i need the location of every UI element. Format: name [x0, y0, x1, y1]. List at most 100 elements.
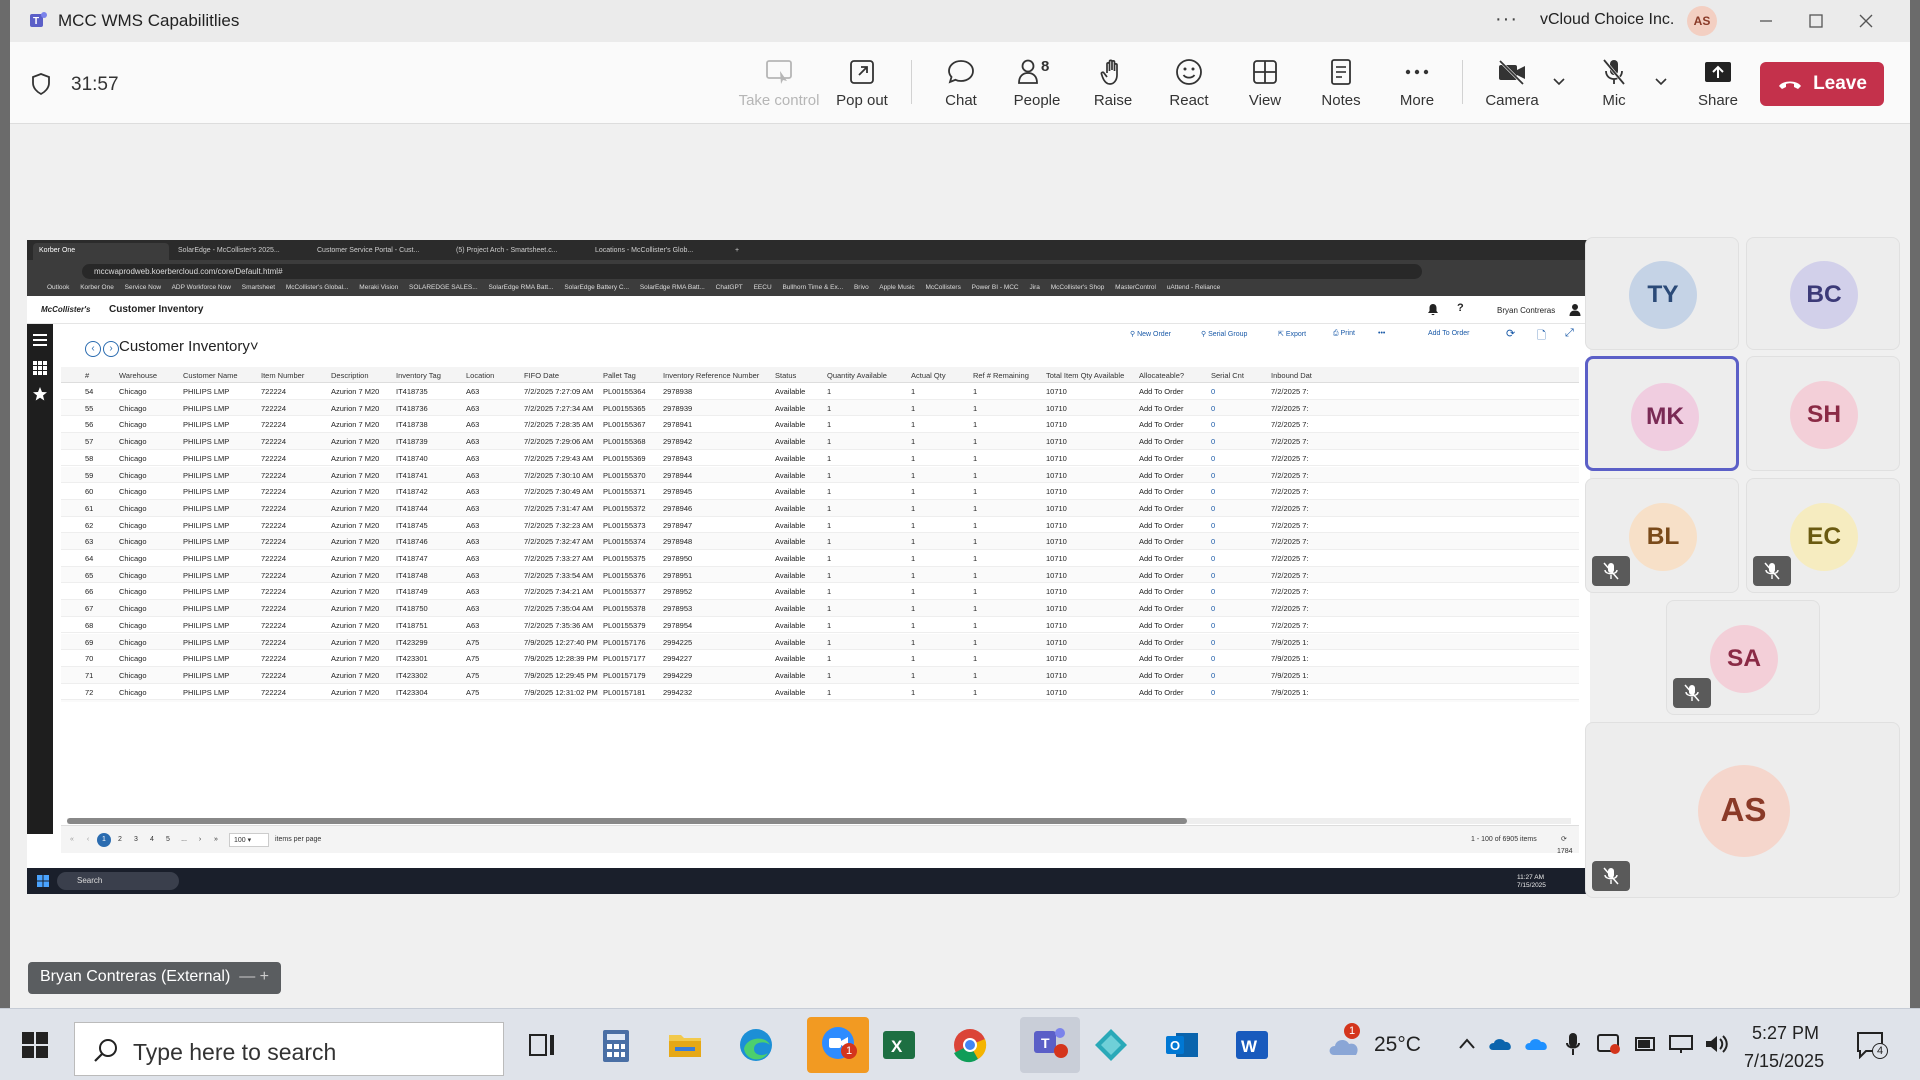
table-cell[interactable]: Add To Order	[1139, 654, 1183, 663]
column-header[interactable]: Ref # Remaining	[973, 371, 1029, 380]
table-cell[interactable]: Add To Order	[1139, 638, 1183, 647]
avatar[interactable]: AS	[1687, 6, 1717, 36]
table-row[interactable]: 56 Chicago PHILIPS LMP 722224 Azurion 7 M20 I…	[61, 416, 1579, 434]
table-row[interactable]: 63 Chicago PHILIPS LMP 722224 Azurion 7 M20 I…	[61, 533, 1579, 550]
bookmark[interactable]: Bullhorn Time & Ex...	[782, 284, 843, 291]
windows-start-icon[interactable]	[37, 875, 49, 887]
column-header[interactable]: Inventory Tag	[396, 371, 441, 380]
onedrive-icon[interactable]	[1488, 1033, 1514, 1053]
refresh-icon[interactable]: ⟳	[1506, 327, 1515, 340]
page-size-select[interactable]: 100 ▾	[229, 833, 269, 847]
table-row[interactable]: 73ChicagoPHILIPS LMP722224Azurion 7 M20I…	[61, 700, 1579, 702]
table-cell[interactable]: Add To Order	[1139, 604, 1183, 613]
clock-time[interactable]: 5:27 PM	[1752, 1023, 1819, 1044]
battery-icon[interactable]	[1634, 1034, 1658, 1054]
pop-out-button[interactable]: Pop out	[824, 56, 900, 118]
network-shield-icon[interactable]	[1596, 1033, 1622, 1055]
bell-icon[interactable]	[1427, 303, 1439, 316]
horizontal-scrollbar[interactable]	[67, 818, 1571, 824]
app-diamond-icon[interactable]	[1091, 1025, 1131, 1065]
table-cell[interactable]: Add To Order	[1139, 621, 1183, 630]
table-cell[interactable]: Add To Order	[1139, 537, 1183, 546]
column-header[interactable]: FIFO Date	[524, 371, 559, 380]
bookmark[interactable]: McCollister's Global...	[286, 284, 349, 291]
bookmark[interactable]: Korber One	[80, 284, 114, 291]
table-row[interactable]: 67 Chicago PHILIPS LMP 722224 Azurion 7 M20 I…	[61, 600, 1579, 617]
back-nav-icon[interactable]: ‹	[85, 341, 101, 357]
chrome-icon[interactable]	[950, 1025, 990, 1065]
table-cell[interactable]: Add To Order	[1139, 571, 1183, 580]
minimize-icon[interactable]	[1755, 10, 1777, 32]
column-header[interactable]: Quantity Available	[827, 371, 887, 380]
table-cell[interactable]: Add To Order	[1139, 504, 1183, 513]
take-control-button[interactable]: Take control	[730, 56, 828, 118]
new-tab-button[interactable]: +	[729, 243, 749, 260]
teams-app-icon[interactable]: T	[1020, 1017, 1080, 1073]
table-row[interactable]: 66 Chicago PHILIPS LMP 722224 Azurion 7 M20 I…	[61, 583, 1579, 601]
bookmark[interactable]: uAttend - Reliance	[1167, 284, 1220, 291]
bookmark[interactable]: SolarEdge RMA Batt...	[488, 284, 553, 291]
user-icon[interactable]	[1569, 303, 1581, 316]
participant-tile[interactable]: BL	[1585, 478, 1739, 593]
bookmark[interactable]: Meraki Vision	[359, 284, 398, 291]
apps-grid-icon[interactable]	[33, 361, 47, 375]
column-header[interactable]: Item Number	[261, 371, 304, 380]
excel-icon[interactable]: X	[879, 1025, 919, 1065]
weather-temp[interactable]: 25°C	[1374, 1033, 1421, 1057]
monitor-icon[interactable]	[1668, 1034, 1694, 1054]
column-header[interactable]: #	[85, 371, 89, 380]
chevron-up-icon[interactable]	[1458, 1037, 1476, 1051]
people-button[interactable]: 8 People	[999, 56, 1075, 118]
zoom-app-icon[interactable]: 1	[807, 1017, 869, 1073]
calculator-icon[interactable]	[595, 1025, 635, 1065]
word-icon[interactable]: W	[1232, 1025, 1272, 1065]
column-header[interactable]: Actual Qty	[911, 371, 946, 380]
org-more-button[interactable]: ···	[1495, 8, 1518, 31]
table-row[interactable]: 61 Chicago PHILIPS LMP 722224 Azurion 7 M20 I…	[61, 499, 1579, 517]
table-row[interactable]: 70 Chicago PHILIPS LMP 722224 Azurion 7 M20 I…	[61, 650, 1579, 667]
react-button[interactable]: React	[1151, 56, 1227, 118]
browser-tab[interactable]: Customer Service Portal - Cust...	[311, 243, 447, 260]
leave-button[interactable]: Leave	[1760, 62, 1884, 106]
browser-tab[interactable]: Locations - McCollister's Glob...	[589, 243, 725, 260]
url-field[interactable]: mccwaprodweb.koerbercloud.com/core/Defau…	[82, 264, 1422, 279]
mic-button[interactable]: Mic	[1576, 56, 1652, 118]
fullscreen-icon[interactable]: ⤢	[1565, 327, 1574, 340]
table-cell[interactable]: Add To Order	[1139, 554, 1183, 563]
column-header[interactable]: Location	[466, 371, 494, 380]
table-cell[interactable]: Add To Order	[1139, 420, 1183, 429]
camera-button[interactable]: Camera	[1474, 56, 1550, 118]
bookmark[interactable]: ChatGPT	[716, 284, 743, 291]
edge-browser-icon[interactable]	[736, 1025, 776, 1065]
browser-tab[interactable]: SolarEdge - McCollister's 2025...	[172, 243, 308, 260]
table-cell[interactable]: Add To Order	[1139, 437, 1183, 446]
refresh-icon[interactable]: ⟳	[1561, 835, 1567, 843]
view-button[interactable]: View	[1227, 56, 1303, 118]
help-icon[interactable]: ?	[1457, 302, 1464, 314]
page-button[interactable]: 3	[129, 833, 143, 847]
column-header[interactable]: Pallet Tag	[603, 371, 636, 380]
table-cell[interactable]: Add To Order	[1139, 487, 1183, 496]
bookmark[interactable]: McCollister's Shop	[1051, 284, 1105, 291]
table-row[interactable]: 54 Chicago PHILIPS LMP 722224 Azurion 7 M20 I…	[61, 383, 1579, 400]
participant-tile[interactable]: MK	[1585, 356, 1739, 471]
bookmark[interactable]: ADP Workforce Now	[172, 284, 231, 291]
microphone-icon[interactable]	[1566, 1031, 1580, 1057]
bookmark[interactable]: Jira	[1029, 284, 1039, 291]
participant-tile[interactable]: EC	[1746, 478, 1900, 593]
table-cell[interactable]: Add To Order	[1139, 471, 1183, 480]
share-button[interactable]: Share	[1680, 56, 1756, 118]
prev-page-icon[interactable]: ‹	[81, 833, 95, 847]
column-header[interactable]: Inbound Dat	[1271, 371, 1312, 380]
column-header[interactable]: Status	[775, 371, 796, 380]
first-page-icon[interactable]: «	[65, 833, 79, 847]
serial-group-button[interactable]: ⚲ Serial Group	[1201, 330, 1247, 338]
participant-tile[interactable]: AS	[1585, 722, 1900, 898]
page-button[interactable]: ...	[177, 833, 191, 847]
bookmark[interactable]: Apple Music	[879, 284, 914, 291]
bookmark[interactable]: Outlook	[47, 284, 69, 291]
star-icon[interactable]	[33, 387, 47, 401]
new-order-button[interactable]: ⚲ New Order	[1130, 330, 1171, 338]
user-name[interactable]: Bryan Contreras	[1497, 306, 1555, 315]
bookmark[interactable]: MasterControl	[1115, 284, 1156, 291]
